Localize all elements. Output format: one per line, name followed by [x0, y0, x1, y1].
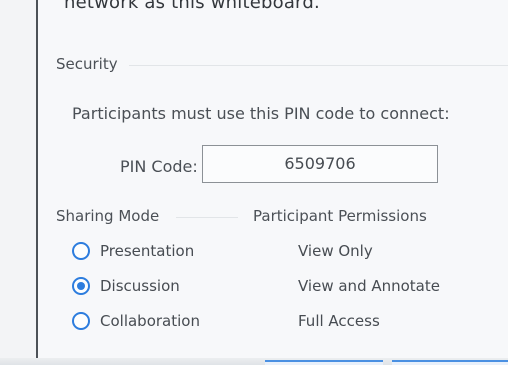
discussion-permission-text: View and Annotate [298, 277, 440, 295]
collaboration-radio-icon[interactable] [72, 312, 90, 330]
dialog-left-border [0, 0, 38, 365]
security-section-title: Security [56, 55, 118, 73]
sharing-mode-title: Sharing Mode [56, 207, 160, 225]
bottom-button-right[interactable] [392, 360, 508, 365]
pin-instruction-text: Participants must use this PIN code to c… [72, 104, 450, 123]
sharing-option-discussion[interactable]: Discussion [72, 273, 180, 299]
sharing-option-presentation[interactable]: Presentation [72, 238, 194, 264]
presentation-option-label: Presentation [100, 242, 195, 260]
collaboration-permission-text: Full Access [298, 312, 380, 330]
sharing-mode-divider [176, 217, 238, 218]
network-description-text: network as this whiteboard. [64, 0, 320, 13]
collaboration-option-label: Collaboration [100, 312, 200, 330]
security-section-divider [129, 65, 508, 66]
pin-code-label: PIN Code: [120, 157, 198, 176]
discussion-option-label: Discussion [100, 277, 180, 295]
presentation-radio-icon[interactable] [72, 242, 90, 260]
whiteboard-settings-screen: network as this whiteboard. Security Par… [0, 0, 508, 365]
bottom-button-left[interactable] [265, 360, 383, 365]
pin-code-field[interactable]: 6509706 [202, 145, 438, 183]
participant-permissions-title: Participant Permissions [253, 207, 427, 225]
discussion-radio-icon[interactable] [72, 277, 90, 295]
presentation-permission-text: View Only [298, 242, 373, 260]
sharing-option-collaboration[interactable]: Collaboration [72, 308, 200, 334]
